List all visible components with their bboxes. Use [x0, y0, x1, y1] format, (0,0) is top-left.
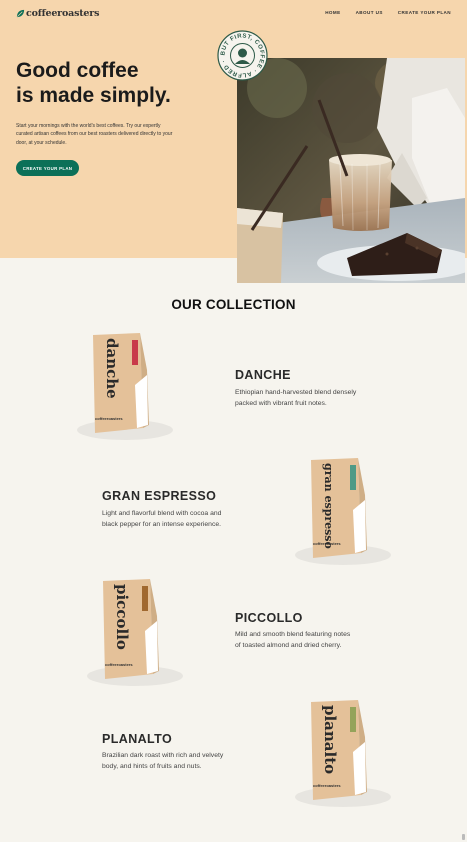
- danche-bag-tab: [132, 340, 138, 365]
- logo[interactable]: coffeeroasters: [16, 7, 99, 19]
- danche-bag-brand: coffeeroasters: [95, 416, 123, 421]
- danche-bag-label: danche: [103, 338, 121, 399]
- nav-create-plan[interactable]: CREATE YOUR PLAN: [398, 10, 451, 15]
- gran-espresso-bag-label: gran espresso: [322, 463, 335, 549]
- item-name-gran-espresso: GRAN ESPRESSO: [102, 489, 217, 503]
- gran-espresso-bag-brand: coffeeroasters: [313, 541, 341, 546]
- planalto-bag-brand: coffeeroasters: [313, 783, 341, 788]
- collection-title: OUR COLLECTION: [171, 297, 296, 312]
- scrollbar-thumb[interactable]: [462, 834, 465, 840]
- item-desc-piccollo-line2: of toasted almond and dried cherry.: [235, 641, 342, 649]
- item-desc-piccollo: Mild and smooth blend featuring notes of…: [235, 630, 375, 651]
- coffee-bag-planalto: planalto coffeeroasters: [283, 697, 403, 812]
- item-desc-danche-line2: packed with vibrant fruit notes.: [235, 399, 327, 407]
- coffee-bag-piccollo: piccollo coffeeroasters: [75, 576, 195, 691]
- logo-text: coffeeroasters: [26, 7, 100, 19]
- hero-title-line1: Good coffee: [16, 59, 139, 82]
- alfred-badge: BUT FIRST, COFFEE · ALFRED ·: [217, 30, 268, 81]
- item-desc-planalto-line1: Brazilian dark roast with rich and velve…: [102, 752, 224, 759]
- item-desc-gran-espresso-line2: black pepper for an intense experience.: [102, 520, 222, 528]
- nav-home[interactable]: HOME: [325, 10, 340, 15]
- coffee-bag-gran-espresso: gran espresso coffeeroasters: [283, 455, 403, 570]
- item-desc-planalto-line2: body, and hints of fruits and nuts.: [102, 762, 202, 770]
- item-desc-gran-espresso: Light and flavorful blend with cocoa and…: [102, 509, 252, 530]
- nav-about-us[interactable]: ABOUT US: [356, 10, 383, 15]
- planalto-bag-tab: [350, 707, 356, 732]
- piccollo-bag-brand: coffeeroasters: [105, 662, 133, 667]
- item-name-danche: DANCHE: [235, 368, 291, 382]
- main-nav: HOME ABOUT US CREATE YOUR PLAN: [325, 10, 451, 15]
- leaf-logo-icon: [16, 9, 25, 17]
- item-desc-planalto: Brazilian dark roast with rich and velve…: [102, 751, 252, 772]
- hero-title-line2: is made simply.: [16, 84, 171, 107]
- planalto-bag-label: planalto: [321, 705, 339, 774]
- item-desc-gran-espresso-line1: Light and flavorful blend with cocoa and: [102, 510, 222, 517]
- item-desc-piccollo-line1: Mild and smooth blend featuring notes: [235, 631, 351, 638]
- hero-title: Good coffee is made simply.: [16, 58, 216, 108]
- gran-espresso-bag-tab: [350, 465, 356, 490]
- coffee-bag-danche: danche coffeeroasters: [65, 330, 185, 445]
- hero-photo: [237, 58, 465, 283]
- item-name-piccollo: PICCOLLO: [235, 611, 303, 625]
- item-desc-danche-line1: Ethiopian hand-harvested blend densely: [235, 389, 357, 396]
- create-plan-button[interactable]: CREATE YOUR PLAN: [16, 160, 79, 176]
- page: coffeeroasters HOME ABOUT US CREATE YOUR…: [0, 0, 467, 842]
- item-desc-danche: Ethiopian hand-harvested blend densely p…: [235, 388, 375, 409]
- piccollo-bag-tab: [142, 586, 148, 611]
- item-name-planalto: PLANALTO: [102, 732, 173, 746]
- piccollo-bag-label: piccollo: [113, 584, 131, 650]
- hero-description: Start your mornings with the world's bes…: [16, 123, 173, 146]
